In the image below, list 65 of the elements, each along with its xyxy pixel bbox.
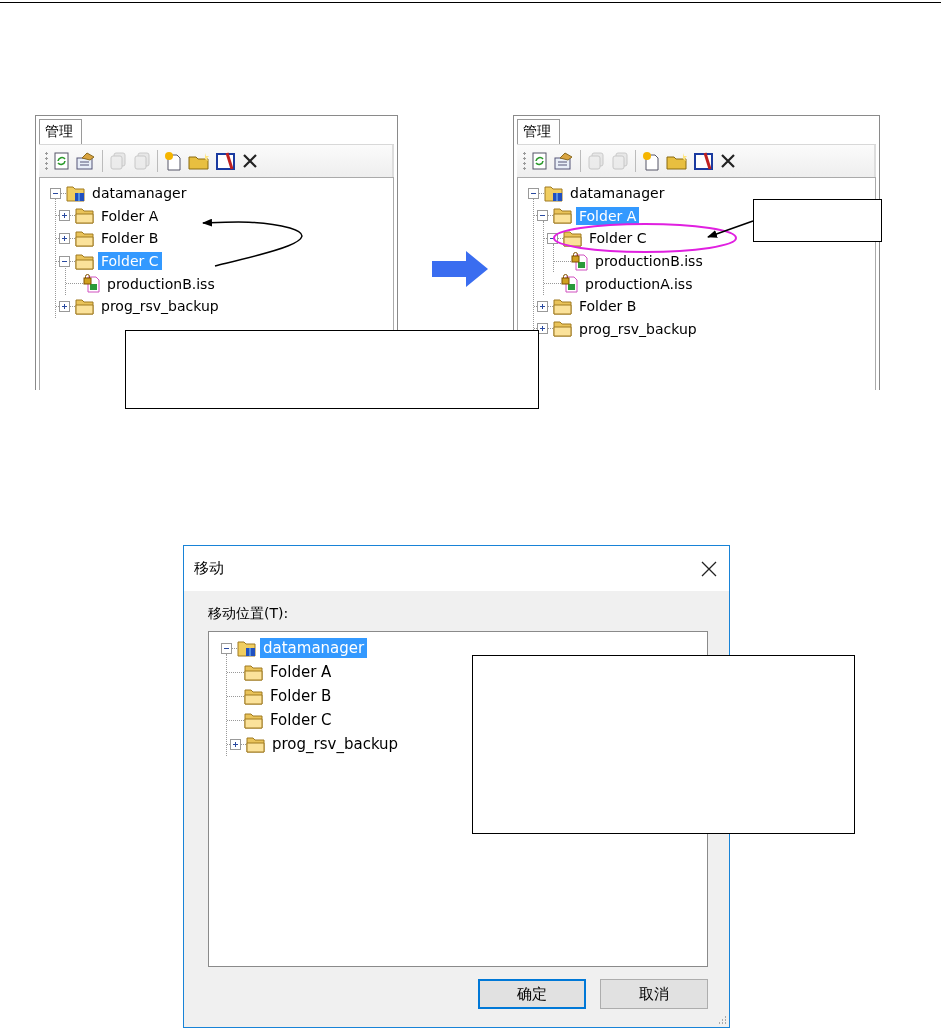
expand-toggle[interactable] bbox=[59, 233, 70, 244]
folder-icon bbox=[246, 735, 266, 753]
tree-item[interactable]: Folder B bbox=[576, 297, 640, 316]
refresh-icon[interactable] bbox=[532, 152, 548, 170]
tree-item[interactable]: datamanager bbox=[89, 184, 190, 203]
database-folder-icon bbox=[237, 639, 257, 657]
locked-file-icon bbox=[571, 251, 589, 271]
cancel-button[interactable]: 取消 bbox=[600, 979, 708, 1009]
database-folder-icon bbox=[66, 184, 86, 203]
tree-item[interactable]: Folder B bbox=[98, 229, 162, 248]
folder-icon bbox=[244, 711, 264, 729]
tree-item[interactable]: Folder A bbox=[98, 206, 162, 225]
pointer-arrow bbox=[707, 220, 754, 238]
tree-item[interactable]: productionB.iss bbox=[104, 274, 218, 293]
locked-file-icon bbox=[83, 274, 101, 294]
tree-item[interactable]: productionB.iss bbox=[592, 252, 706, 271]
dialog-title: 移动 bbox=[194, 559, 224, 578]
expand-toggle[interactable] bbox=[230, 738, 241, 750]
folder-icon bbox=[75, 297, 95, 315]
folder-icon bbox=[75, 252, 95, 270]
expand-toggle[interactable] bbox=[59, 300, 70, 312]
folder-icon bbox=[75, 207, 95, 225]
folder-icon bbox=[553, 320, 573, 338]
tree-item[interactable]: Folder C bbox=[586, 229, 650, 248]
tree-item[interactable]: datamanager bbox=[567, 184, 668, 203]
properties-icon[interactable] bbox=[554, 152, 574, 170]
tree-item[interactable]: Folder B bbox=[267, 686, 335, 706]
folder-icon bbox=[553, 207, 573, 225]
collapse-toggle[interactable] bbox=[537, 210, 548, 222]
collapse-toggle[interactable] bbox=[50, 187, 61, 199]
refresh-icon[interactable] bbox=[54, 152, 70, 170]
delete-icon[interactable] bbox=[242, 153, 258, 169]
collapse-toggle[interactable] bbox=[59, 255, 70, 267]
panel-tab[interactable]: 管理 bbox=[39, 119, 82, 144]
folder-icon bbox=[563, 230, 583, 247]
panel-tab[interactable]: 管理 bbox=[517, 119, 560, 144]
close-button[interactable] bbox=[701, 560, 717, 577]
collapse-toggle[interactable] bbox=[221, 642, 232, 654]
folder-icon bbox=[75, 230, 95, 247]
resize-grip-icon[interactable] bbox=[717, 1015, 727, 1025]
tree-item[interactable]: prog_rsv_backup bbox=[269, 734, 402, 754]
collapse-toggle[interactable] bbox=[528, 187, 539, 199]
field-label: 移动位置(T): bbox=[208, 605, 290, 623]
tree-item[interactable]: prog_rsv_backup bbox=[576, 319, 700, 338]
database-folder-icon bbox=[544, 184, 564, 203]
tree-item[interactable]: Folder A bbox=[267, 662, 335, 682]
properties-icon[interactable] bbox=[76, 152, 96, 170]
locked-file-icon bbox=[561, 274, 579, 294]
new-folder-icon[interactable] bbox=[666, 152, 688, 170]
new-folder-icon[interactable] bbox=[188, 152, 210, 170]
expand-toggle[interactable] bbox=[537, 323, 548, 335]
transition-arrow bbox=[432, 251, 488, 287]
delete-icon[interactable] bbox=[720, 153, 736, 169]
tree-item[interactable]: Folder C bbox=[267, 710, 335, 730]
collapse-toggle[interactable] bbox=[547, 233, 558, 244]
expand-toggle[interactable] bbox=[59, 210, 70, 222]
ok-button[interactable]: 确定 bbox=[478, 979, 586, 1009]
folder-icon bbox=[244, 663, 264, 681]
edit-icon[interactable] bbox=[216, 152, 236, 170]
expand-toggle[interactable] bbox=[537, 300, 548, 312]
tree-item[interactable]: productionA.iss bbox=[582, 274, 696, 293]
tree-item[interactable]: prog_rsv_backup bbox=[98, 297, 222, 316]
folder-icon bbox=[244, 687, 264, 705]
edit-icon[interactable] bbox=[694, 152, 714, 170]
folder-icon bbox=[553, 297, 573, 315]
